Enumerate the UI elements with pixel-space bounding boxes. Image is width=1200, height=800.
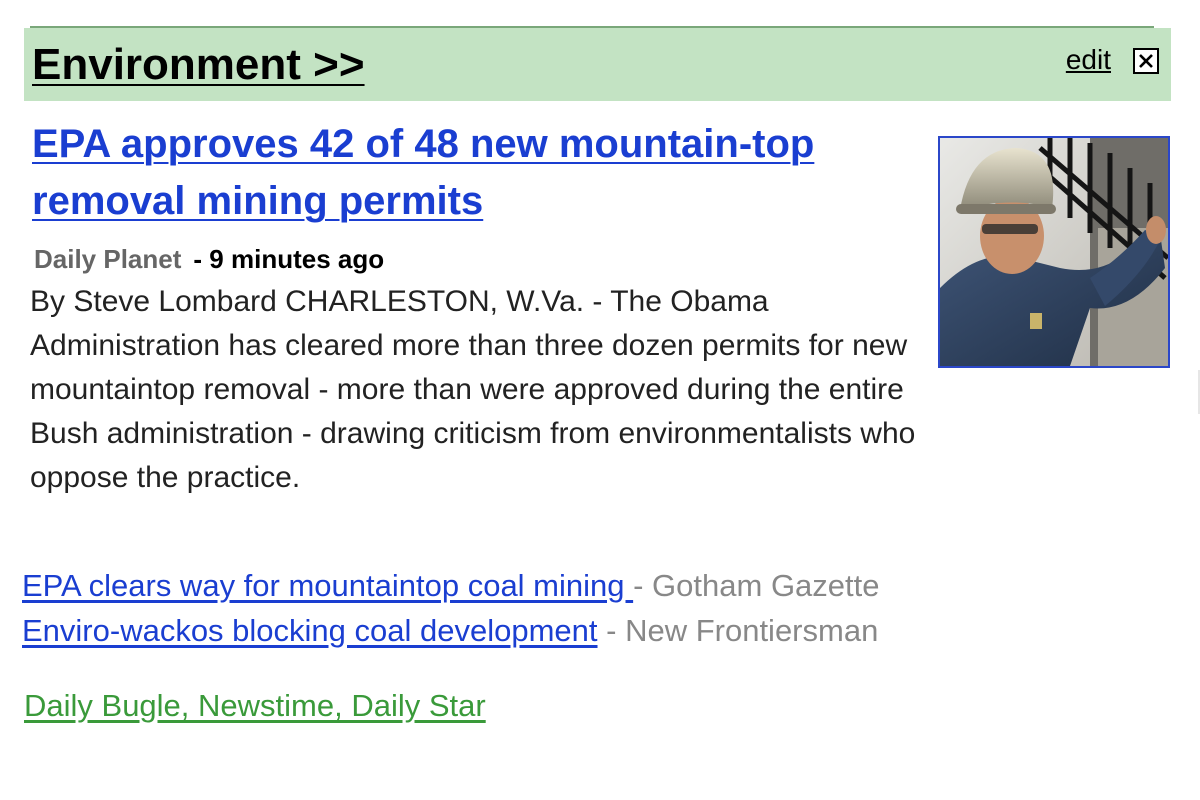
edit-link[interactable]: edit	[1066, 44, 1111, 76]
section-title-link[interactable]: Environment >>	[32, 40, 365, 90]
close-x-glyph	[1139, 54, 1153, 68]
more-sources-link[interactable]: Daily Bugle, Newstime, Daily Star	[24, 688, 486, 724]
related-link[interactable]: EPA clears way for mountaintop coal mini…	[22, 568, 633, 603]
story-source: Daily Planet	[34, 244, 182, 274]
story-time: - 9 minutes ago	[193, 244, 385, 274]
section-header: Environment >> edit	[24, 28, 1171, 101]
miner-photo-icon	[940, 138, 1168, 366]
close-icon[interactable]	[1133, 48, 1159, 74]
related-source: - Gotham Gazette	[633, 568, 880, 603]
news-module: Environment >> edit EPA approves 42 of 4…	[0, 0, 1200, 800]
related-stories: EPA clears way for mountaintop coal mini…	[22, 563, 880, 653]
related-item: EPA clears way for mountaintop coal mini…	[22, 563, 880, 608]
story-meta: Daily Planet - 9 minutes ago	[34, 244, 384, 275]
related-source: - New Frontiersman	[606, 613, 879, 648]
story-thumbnail-image[interactable]	[938, 136, 1170, 368]
related-item: Enviro-wackos blocking coal development …	[22, 608, 880, 653]
story-headline-link[interactable]: EPA approves 42 of 48 new mountain-top r…	[32, 116, 932, 230]
story-snippet: By Steve Lombard CHARLESTON, W.Va. - The…	[30, 285, 916, 494]
related-link[interactable]: Enviro-wackos blocking coal development	[22, 613, 598, 648]
